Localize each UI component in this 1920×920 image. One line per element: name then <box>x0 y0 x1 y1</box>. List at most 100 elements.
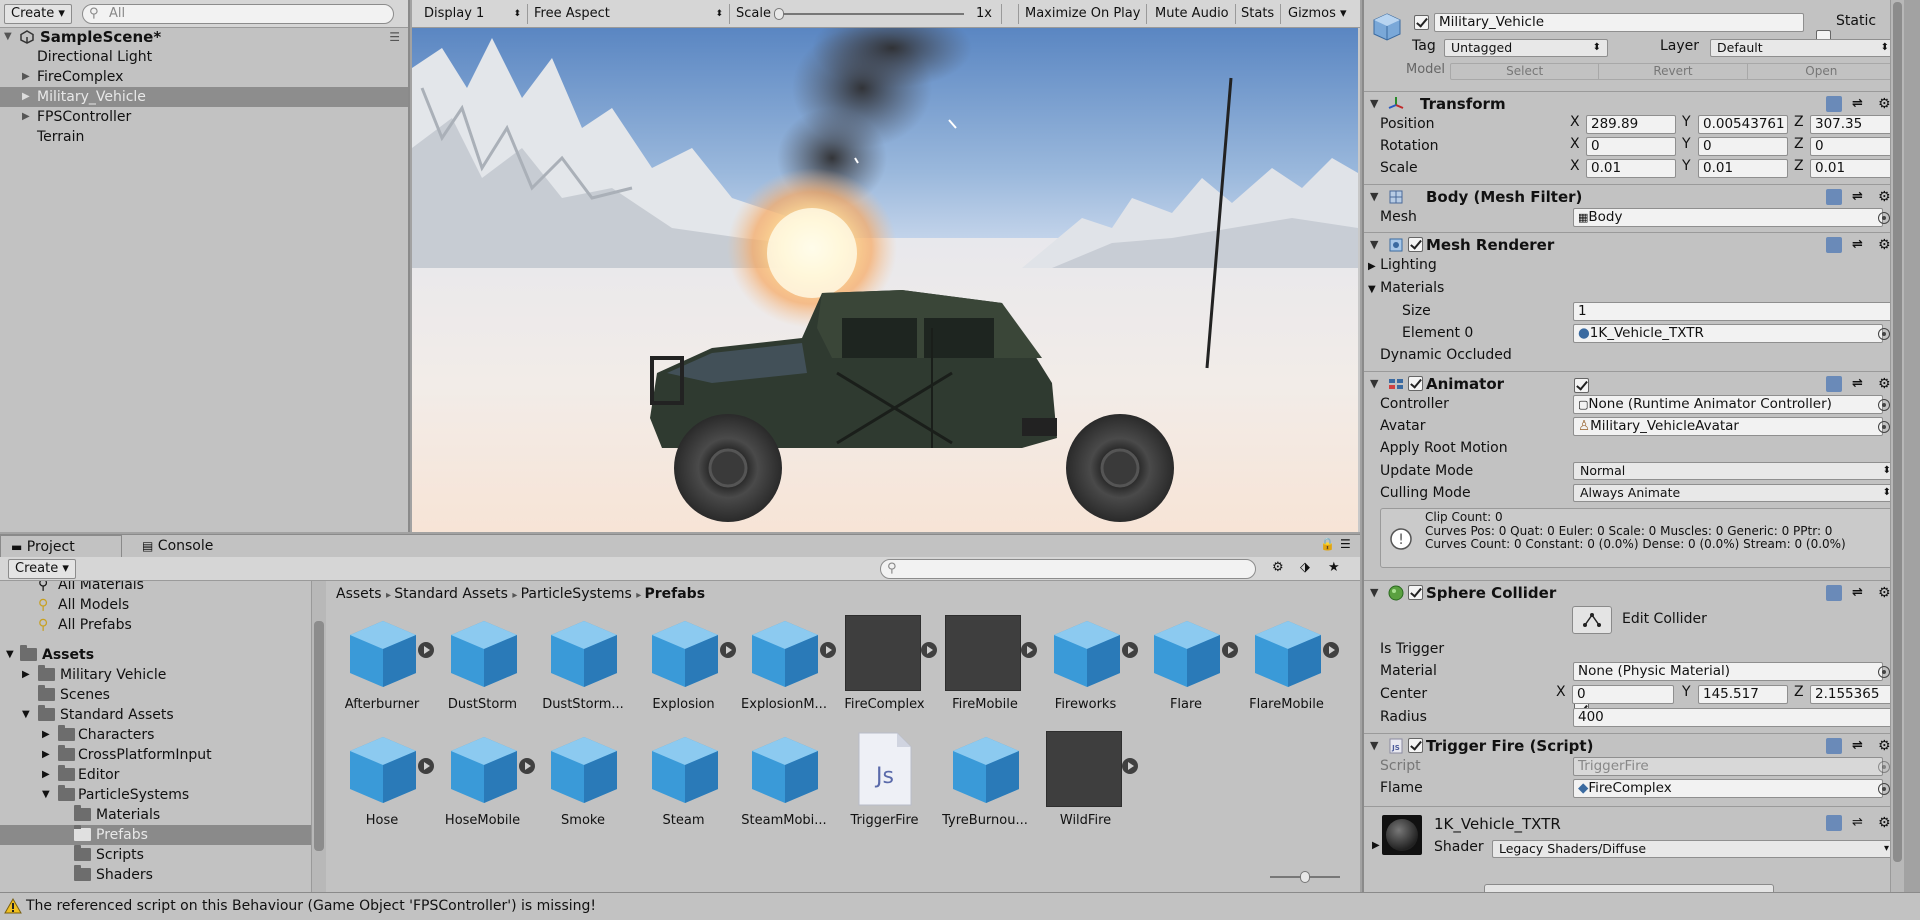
inspector-scrollbar[interactable] <box>1890 0 1904 892</box>
help-book-icon[interactable] <box>1826 237 1842 253</box>
asset-tile[interactable]: WildFire <box>1036 727 1138 837</box>
hierarchy-item[interactable]: ▶ FPSController <box>0 107 408 127</box>
breadcrumb-item-current[interactable]: Prefabs <box>644 586 705 602</box>
asset-tile[interactable]: SteamMobi... <box>734 727 834 837</box>
expand-arrow-icon[interactable]: ▶ <box>22 665 30 685</box>
materials-foldout[interactable]: ▼ Materials <box>1368 277 1444 299</box>
breadcrumb-item[interactable]: Assets <box>336 586 382 602</box>
fold-arrow-icon[interactable]: ▼ <box>1370 372 1378 396</box>
status-bar[interactable]: The referenced script on this Behaviour … <box>0 892 1920 920</box>
tree-item[interactable]: ▶ Editor <box>0 765 311 785</box>
hierarchy-item[interactable]: ▶ FireComplex <box>0 67 408 87</box>
asset-tile[interactable]: Flare <box>1136 611 1238 721</box>
display-dropdown[interactable]: Display 1 ⬍ <box>418 4 528 24</box>
hierarchy-item[interactable]: Directional Light <box>0 47 408 67</box>
game-viewport[interactable] <box>412 28 1358 532</box>
panel-menu-icon[interactable]: ☰ <box>1340 537 1351 551</box>
model-open-button[interactable]: Open <box>1748 64 1895 79</box>
tree-item[interactable]: ▼ ParticleSystems <box>0 785 311 805</box>
tab-project[interactable]: ▬ Project <box>0 535 122 557</box>
play-preview-icon[interactable] <box>1322 642 1339 658</box>
sphere-collider-header[interactable]: ▼ Sphere Collider ⇌ ⚙ <box>1364 580 1904 604</box>
icon-size-slider-thumb[interactable] <box>1300 871 1310 883</box>
fold-arrow-icon[interactable]: ▼ <box>1370 185 1378 209</box>
lighting-foldout[interactable]: ▶ Lighting <box>1368 254 1437 276</box>
animator-header[interactable]: ▼ Animator ⇌ ⚙ <box>1364 371 1904 395</box>
asset-tile[interactable]: DustStorm... <box>533 611 633 721</box>
tree-item[interactable]: Scenes <box>0 685 311 705</box>
center-y-field[interactable]: 145.517 <box>1698 685 1788 704</box>
aspect-dropdown[interactable]: Free Aspect ⬍ <box>528 4 730 24</box>
hierarchy-item-selected[interactable]: ▶ Military_Vehicle <box>0 87 408 107</box>
sphere-collider-enabled-checkbox[interactable] <box>1408 585 1423 600</box>
tab-console[interactable]: ▤ Console <box>132 535 223 557</box>
favorite-item[interactable]: ⚲ All Materials <box>0 581 311 595</box>
tree-item[interactable]: ▶ Characters <box>0 725 311 745</box>
shader-dropdown[interactable]: Legacy Shaders/Diffuse ▾ <box>1492 840 1896 858</box>
asset-tile[interactable]: HoseMobile <box>433 727 535 837</box>
flame-field[interactable]: ◆FireComplex <box>1573 779 1883 798</box>
culling-mode-dropdown[interactable]: Always Animate ⬍ <box>1573 484 1898 502</box>
rotation-y-field[interactable]: 0 <box>1698 137 1788 156</box>
object-picker-icon[interactable] <box>1878 421 1890 433</box>
position-y-field[interactable]: 0.00543761 <box>1698 115 1788 134</box>
mute-audio-toggle[interactable]: Mute Audio <box>1149 4 1236 24</box>
breadcrumb-item[interactable]: Standard Assets <box>394 586 508 602</box>
asset-tile[interactable]: Js TriggerFire <box>835 727 935 837</box>
presets-icon[interactable]: ⇌ <box>1852 237 1868 253</box>
tree-item-selected[interactable]: Prefabs <box>0 825 311 845</box>
object-picker-icon[interactable] <box>1878 328 1890 340</box>
update-mode-dropdown[interactable]: Normal ⬍ <box>1573 462 1898 480</box>
asset-tile[interactable]: ExplosionM... <box>734 611 836 721</box>
folder-tree-scrollbar[interactable] <box>312 581 326 893</box>
project-create-button[interactable]: Create ▾ <box>8 559 76 579</box>
mesh-field[interactable]: ▦Body <box>1573 208 1883 227</box>
expand-arrow-icon[interactable]: ▶ <box>42 765 50 785</box>
fold-arrow-icon[interactable]: ▼ <box>1370 92 1378 116</box>
inspector-scroll-thumb[interactable] <box>1893 2 1902 862</box>
radius-field[interactable]: 400 <box>1573 708 1898 727</box>
size-field[interactable]: 1 <box>1573 302 1898 321</box>
asset-tile[interactable]: TyreBurnou... <box>935 727 1035 837</box>
hierarchy-item[interactable]: Terrain <box>0 127 408 147</box>
tree-item[interactable]: ▶ CrossPlatformInput <box>0 745 311 765</box>
search-by-type-icon[interactable]: ⚙ <box>1272 560 1284 575</box>
center-z-field[interactable]: 2.155365 <box>1810 685 1898 704</box>
favorite-star-icon[interactable]: ★ <box>1328 560 1340 575</box>
trigger-fire-header[interactable]: ▼ JS Trigger Fire (Script) ⇌ ⚙ <box>1364 733 1904 757</box>
folder-tree-scroll-thumb[interactable] <box>314 621 324 851</box>
expand-arrow-icon[interactable]: ▼ <box>42 785 50 805</box>
gizmos-dropdown[interactable]: Gizmos ▾ <box>1282 4 1353 24</box>
asset-tile[interactable]: Fireworks <box>1036 611 1138 721</box>
rotation-z-field[interactable]: 0 <box>1810 137 1898 156</box>
tree-item[interactable]: ▶ Military Vehicle <box>0 665 311 685</box>
help-book-icon[interactable] <box>1826 815 1842 831</box>
asset-tile[interactable]: FlareMobile <box>1237 611 1339 721</box>
object-picker-icon[interactable] <box>1878 399 1890 411</box>
help-book-icon[interactable] <box>1826 585 1842 601</box>
expand-arrow-icon[interactable]: ▶ <box>42 745 50 765</box>
tree-item[interactable]: ▼ Standard Assets <box>0 705 311 725</box>
tree-item[interactable]: Scripts <box>0 845 311 865</box>
expand-arrow-icon[interactable]: ▶ <box>22 67 30 87</box>
scene-menu-icon[interactable]: ☰ <box>389 27 400 47</box>
collider-material-field[interactable]: None (Physic Material) <box>1573 662 1883 681</box>
tag-dropdown[interactable]: Untagged ⬍ <box>1444 39 1608 57</box>
search-by-label-icon[interactable]: ⬗ <box>1300 560 1310 575</box>
asset-tile[interactable]: Steam <box>634 727 734 837</box>
object-picker-icon[interactable] <box>1878 212 1890 224</box>
position-x-field[interactable]: 289.89 <box>1586 115 1676 134</box>
asset-tile[interactable]: FireMobile <box>935 611 1037 721</box>
asset-tile[interactable]: DustStorm <box>433 611 533 721</box>
edit-collider-button[interactable] <box>1572 606 1612 634</box>
maximize-on-play-toggle[interactable]: Maximize On Play <box>1018 4 1148 24</box>
help-book-icon[interactable] <box>1826 738 1842 754</box>
transform-header[interactable]: ▼ Transform ⇌ ⚙ <box>1364 91 1904 115</box>
asset-tile[interactable]: Smoke <box>533 727 633 837</box>
scale-y-field[interactable]: 0.01 <box>1698 159 1788 178</box>
scale-slider[interactable]: Scale 1x <box>730 4 1002 24</box>
presets-icon[interactable]: ⇌ <box>1852 376 1868 392</box>
asset-tile[interactable]: Hose <box>332 727 434 837</box>
favorite-item[interactable]: ⚲ All Prefabs <box>0 615 311 635</box>
mesh-filter-header[interactable]: ▼ Body (Mesh Filter) ⇌ ⚙ <box>1364 184 1904 208</box>
